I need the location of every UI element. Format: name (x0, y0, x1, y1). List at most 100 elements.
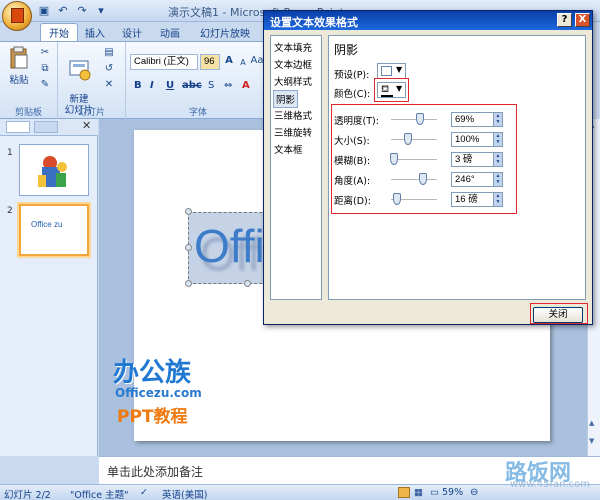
resize-handle[interactable] (244, 280, 251, 287)
spell-check-icon[interactable]: ✓ (140, 487, 148, 498)
size-slider[interactable] (391, 139, 437, 141)
sorter-view-icon[interactable]: ▦ (414, 487, 423, 498)
slide-thumbnail-2[interactable]: Office zu (19, 204, 89, 256)
distance-label: 距离(D): (334, 196, 371, 207)
underline-icon[interactable]: U (166, 80, 174, 91)
tab-animation[interactable]: 动画 (160, 25, 180, 40)
nav-text-box[interactable]: 文本框 (274, 142, 303, 156)
blur-label: 模糊(B): (334, 156, 371, 167)
shadow-icon[interactable]: S (208, 80, 214, 91)
delete-slide-icon[interactable]: ✕ (102, 78, 116, 91)
char-spacing-icon[interactable]: ⇔ (224, 80, 232, 91)
size-input[interactable]: 100% ▲ ▼ (451, 132, 503, 147)
reset-icon[interactable]: ↺ (102, 62, 116, 75)
paste-button[interactable]: 粘贴 (6, 46, 32, 86)
clipboard-group: 粘贴 ✂ ⧉ ✎ 剪贴板 (0, 42, 58, 120)
zoom-out-icon[interactable]: ⊖ (470, 487, 478, 498)
tab-insert[interactable]: 插入 (85, 25, 105, 40)
dialog-close-x-button[interactable]: X (575, 13, 590, 27)
strikethrough-icon[interactable]: abc (182, 80, 202, 91)
redo-icon[interactable]: ↷ (74, 3, 90, 18)
new-slide-icon (69, 60, 91, 81)
tab-home[interactable]: 开始 (40, 23, 78, 41)
nav-3d-format[interactable]: 三维格式 (274, 108, 312, 122)
color-label: 颜色(C): (334, 89, 371, 100)
cut-icon[interactable]: ✂ (38, 46, 52, 59)
resize-handle[interactable] (185, 208, 192, 215)
nav-shadow[interactable]: 阴影 (273, 90, 299, 108)
help-button[interactable]: ? (557, 13, 572, 27)
change-case-button[interactable]: Aa (250, 54, 264, 67)
font-group-label: 字体 (188, 108, 207, 118)
preset-label: 预设(P): (334, 70, 370, 81)
bold-icon[interactable]: B (134, 80, 142, 91)
resize-handle[interactable] (185, 244, 192, 251)
language: 英语(美国) (162, 490, 208, 500)
resize-handle[interactable] (185, 280, 192, 287)
zoom-level[interactable]: 59% (442, 487, 463, 498)
preset-dropdown[interactable]: ▼ (377, 63, 406, 79)
angle-value: 246° (455, 174, 475, 185)
slides-tab-icon[interactable] (6, 121, 30, 133)
spinner-arrows-icon[interactable]: ▲ ▼ (493, 193, 502, 206)
angle-input[interactable]: 246° ▲ ▼ (451, 172, 503, 187)
slide-thumbnail-1[interactable] (19, 144, 89, 196)
format-painter-icon[interactable]: ✎ (38, 78, 52, 91)
angle-slider-thumb[interactable] (419, 173, 427, 185)
slideshow-view-icon[interactable]: ▭ (430, 487, 439, 498)
save-icon[interactable]: ▣ (36, 3, 52, 18)
dialog-nav: 文本填充 文本边框 大纲样式 阴影 三维格式 三维旋转 文本框 (270, 35, 322, 300)
transparency-input[interactable]: 69% ▲ ▼ (451, 112, 503, 127)
spinner-arrows-icon[interactable]: ▲ ▼ (493, 133, 502, 146)
transparency-slider-thumb[interactable] (416, 113, 424, 125)
customize-qat-icon[interactable]: ▾ (93, 3, 109, 18)
prev-slide-icon[interactable]: ▲ (589, 419, 594, 427)
clipboard-group-label: 剪贴板 (14, 108, 42, 118)
blur-input[interactable]: 3 磅 ▲ ▼ (451, 152, 503, 167)
watermark-site: www.45fan.com (510, 479, 591, 490)
distance-input[interactable]: 16 磅 ▲ ▼ (451, 192, 503, 207)
ribbon: 粘贴 ✂ ⧉ ✎ 剪贴板 新建 幻灯片 ▤ ↺ ✕ 幻灯片 Calibri (正… (0, 41, 270, 120)
blur-slider-thumb[interactable] (390, 153, 398, 165)
shrink-font-button[interactable]: A (236, 56, 250, 69)
shadow-preset-icon (381, 66, 392, 76)
close-button[interactable]: 关闭 (533, 307, 583, 323)
nav-text-fill[interactable]: 文本填充 (274, 40, 312, 54)
font-size-select[interactable]: 96 (200, 54, 220, 70)
chevron-down-icon: ▼ (396, 65, 403, 74)
distance-slider-thumb[interactable] (393, 193, 401, 205)
copy-icon[interactable]: ⧉ (38, 62, 52, 75)
color-highlight-box (374, 78, 409, 102)
format-text-effects-dialog: 设置文本效果格式 ? X 文本填充 文本边框 大纲样式 阴影 三维格式 三维旋转… (263, 10, 593, 325)
shadow-settings-panel: 阴影 预设(P): ▼ 颜色(C): ⛾ ▼ 透明度(T): 69% ▲ ▼ 大小(S)… (328, 35, 586, 300)
font-name-select[interactable]: Calibri (正文) (130, 54, 198, 70)
watermark-logo: 办公族 (113, 358, 192, 388)
notes-placeholder: 单击此处添加备注 (107, 465, 204, 479)
font-color-icon[interactable]: A (242, 80, 250, 91)
grow-font-button[interactable]: A (222, 54, 236, 67)
angle-slider[interactable] (391, 179, 437, 181)
transparency-slider[interactable] (391, 119, 437, 121)
layout-icon[interactable]: ▤ (102, 46, 116, 59)
font-group: Calibri (正文) 96 A A Aa B I U abc S ⇔ A 字… (126, 42, 270, 120)
size-slider-thumb[interactable] (404, 133, 412, 145)
tab-design[interactable]: 设计 (122, 25, 142, 40)
dialog-title: 设置文本效果格式 (270, 16, 358, 29)
nav-outline-style[interactable]: 大纲样式 (274, 74, 312, 88)
outline-tab-icon[interactable] (34, 121, 58, 133)
spinner-arrows-icon[interactable]: ▲ ▼ (493, 113, 502, 126)
normal-view-icon[interactable] (398, 487, 410, 498)
spinner-arrows-icon[interactable]: ▲ ▼ (493, 173, 502, 186)
nav-3d-rotation[interactable]: 三维旋转 (274, 125, 312, 139)
office-button[interactable] (2, 1, 32, 31)
italic-icon[interactable]: I (150, 80, 154, 91)
nav-text-outline[interactable]: 文本边框 (274, 57, 312, 71)
ribbon-tabs: 开始 插入 设计 动画 幻灯片放映 (0, 22, 270, 42)
undo-icon[interactable]: ↶ (55, 3, 71, 18)
office-logo-icon (11, 8, 24, 23)
tab-slideshow[interactable]: 幻灯片放映 (200, 25, 250, 40)
spinner-arrows-icon[interactable]: ▲ ▼ (493, 153, 502, 166)
close-panel-icon[interactable]: ✕ (82, 119, 91, 132)
clipart-thumbnail-image (38, 156, 67, 187)
next-slide-icon[interactable]: ▼ (589, 437, 594, 445)
